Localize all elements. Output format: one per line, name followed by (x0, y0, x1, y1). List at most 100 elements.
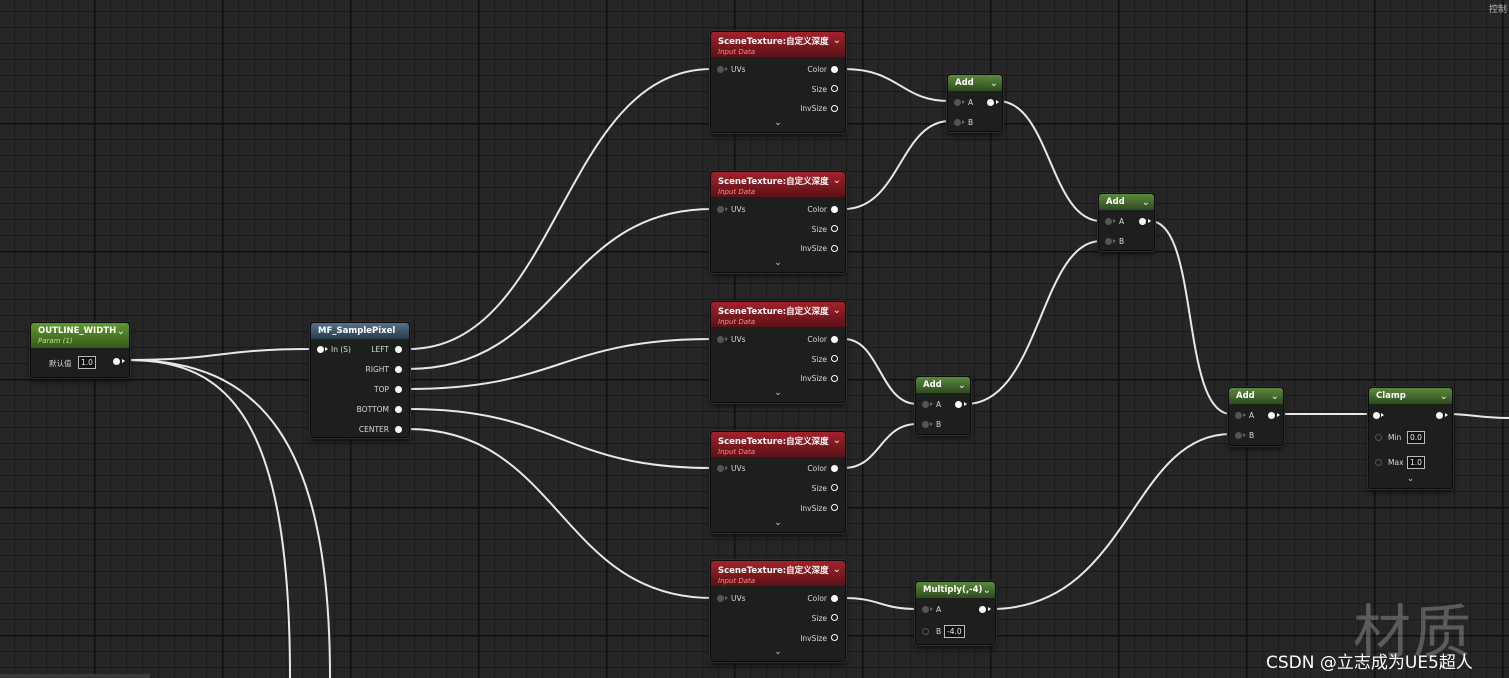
color-output-pin[interactable] (831, 465, 838, 472)
color-output-pin[interactable] (831, 206, 838, 213)
output-pin[interactable] (979, 606, 986, 613)
b-input-pin[interactable] (1235, 432, 1242, 439)
add-node-3[interactable]: Add ⌄ A B (915, 376, 971, 435)
a-input-pin[interactable] (922, 606, 929, 613)
center-output-pin[interactable] (395, 426, 402, 433)
node-header[interactable]: Add ⌄ (1099, 194, 1154, 210)
scenetexture-node-1[interactable]: SceneTexture:自定义深度 Input Data ⌄ UVs Colo… (710, 31, 846, 133)
output-pin[interactable] (987, 99, 994, 106)
node-header[interactable]: Add ⌄ (916, 377, 970, 393)
node-header[interactable]: SceneTexture:自定义深度 Input Data ⌄ (711, 172, 845, 197)
uvs-input-pin[interactable] (717, 465, 724, 472)
color-output-pin[interactable] (831, 336, 838, 343)
scenetexture-node-3[interactable]: SceneTexture:自定义深度 Input Data ⌄ UVs Colo… (710, 301, 846, 403)
invsize-output-pin[interactable] (831, 105, 838, 112)
node-subtitle: Param (1) (38, 337, 73, 345)
pin-label-bottom: BOTTOM (356, 405, 389, 414)
input-pin[interactable] (1373, 412, 1380, 419)
output-pin[interactable] (1268, 412, 1275, 419)
side-panel-label[interactable]: 控制 (1489, 2, 1507, 15)
size-output-pin[interactable] (831, 85, 838, 92)
node-header[interactable]: Add ⌄ (1229, 388, 1283, 404)
output-pin[interactable] (955, 401, 962, 408)
size-output-pin[interactable] (831, 225, 838, 232)
chevron-down-icon[interactable]: ⌄ (983, 585, 991, 596)
in-pin[interactable] (317, 346, 324, 353)
output-pin[interactable] (1139, 218, 1146, 225)
node-header[interactable]: OUTLINE_WIDTH Param (1) ⌄ (31, 323, 129, 348)
uvs-input-pin[interactable] (717, 66, 724, 73)
add-node-1[interactable]: Add ⌄ A B (947, 74, 1003, 132)
b-input-pin[interactable] (954, 119, 961, 126)
invsize-output-pin[interactable] (831, 375, 838, 382)
b-value-input[interactable]: -4.0 (944, 625, 965, 638)
color-output-pin[interactable] (831, 595, 838, 602)
chevron-down-icon[interactable]: ⌄ (1271, 391, 1279, 402)
node-header[interactable]: SceneTexture:自定义深度 Input Data ⌄ (711, 432, 845, 457)
invsize-output-pin[interactable] (831, 245, 838, 252)
chevron-down-icon[interactable]: ⌄ (833, 305, 841, 316)
chevron-down-icon[interactable]: ⌄ (117, 326, 125, 337)
b-input-pin[interactable] (922, 421, 929, 428)
scenetexture-node-2[interactable]: SceneTexture:自定义深度 Input Data ⌄ UVs Colo… (710, 171, 846, 273)
chevron-down-icon[interactable]: ⌄ (1142, 197, 1150, 208)
min-value-input[interactable]: 0.0 (1407, 431, 1425, 444)
min-input-pin[interactable] (1375, 434, 1382, 441)
expand-chevron-icon[interactable]: ⌄ (711, 647, 845, 657)
chevron-down-icon[interactable]: ⌄ (833, 564, 841, 575)
chevron-down-icon[interactable]: ⌄ (833, 175, 841, 186)
expand-chevron-icon[interactable]: ⌄ (711, 388, 845, 398)
node-header[interactable]: Multiply(,-4) ⌄ (916, 582, 995, 598)
left-output-pin[interactable] (395, 346, 402, 353)
node-title: Add (923, 380, 942, 390)
node-header[interactable]: SceneTexture:自定义深度 Input Data ⌄ (711, 32, 845, 57)
uvs-input-pin[interactable] (717, 595, 724, 602)
size-output-pin[interactable] (831, 614, 838, 621)
expand-chevron-icon[interactable]: ⌄ (1369, 474, 1452, 484)
right-output-pin[interactable] (395, 366, 402, 373)
default-value-input[interactable]: 1.0 (78, 356, 96, 369)
node-header[interactable]: MF_SamplePixel (311, 323, 409, 339)
a-input-pin[interactable] (1235, 412, 1242, 419)
chevron-down-icon[interactable]: ⌄ (1440, 391, 1448, 402)
expand-chevron-icon[interactable]: ⌄ (711, 258, 845, 268)
clamp-node[interactable]: Clamp ⌄ Min 0.0 Max 1.0 ⌄ (1368, 387, 1453, 489)
top-output-pin[interactable] (395, 386, 402, 393)
node-header[interactable]: SceneTexture:自定义深度 Input Data ⌄ (711, 302, 845, 327)
a-input-pin[interactable] (954, 99, 961, 106)
a-input-pin[interactable] (922, 401, 929, 408)
bottom-scrollbar[interactable] (0, 674, 150, 678)
invsize-output-pin[interactable] (831, 504, 838, 511)
output-pin[interactable] (113, 358, 120, 365)
b-input-pin[interactable] (922, 628, 929, 635)
add-node-4[interactable]: Add ⌄ A B (1228, 387, 1284, 446)
uvs-input-pin[interactable] (717, 206, 724, 213)
pin-label-color: Color (807, 464, 827, 473)
add-node-2[interactable]: Add ⌄ A B (1098, 193, 1155, 251)
bottom-output-pin[interactable] (395, 406, 402, 413)
expand-chevron-icon[interactable]: ⌄ (711, 518, 845, 528)
size-output-pin[interactable] (831, 484, 838, 491)
max-value-input[interactable]: 1.0 (1407, 456, 1425, 469)
chevron-down-icon[interactable]: ⌄ (833, 435, 841, 446)
max-input-pin[interactable] (1375, 459, 1382, 466)
color-output-pin[interactable] (831, 66, 838, 73)
size-output-pin[interactable] (831, 355, 838, 362)
a-input-pin[interactable] (1105, 218, 1112, 225)
node-header[interactable]: Clamp ⌄ (1369, 388, 1452, 404)
multiply-node[interactable]: Multiply(,-4) ⌄ A B -4.0 (915, 581, 996, 645)
chevron-down-icon[interactable]: ⌄ (833, 35, 841, 46)
chevron-down-icon[interactable]: ⌄ (958, 380, 966, 391)
node-header[interactable]: Add ⌄ (948, 75, 1002, 91)
output-pin[interactable] (1436, 412, 1443, 419)
expand-chevron-icon[interactable]: ⌄ (711, 118, 845, 128)
scenetexture-node-4[interactable]: SceneTexture:自定义深度 Input Data ⌄ UVs Colo… (710, 431, 846, 533)
node-header[interactable]: SceneTexture:自定义深度 Input Data ⌄ (711, 561, 845, 586)
b-input-pin[interactable] (1105, 238, 1112, 245)
mf-samplepixel-node[interactable]: MF_SamplePixel In (S) LEFT RIGHT TOP BOT… (310, 322, 410, 438)
scenetexture-node-5[interactable]: SceneTexture:自定义深度 Input Data ⌄ UVs Colo… (710, 560, 846, 662)
chevron-down-icon[interactable]: ⌄ (990, 78, 998, 89)
outline-width-param-node[interactable]: OUTLINE_WIDTH Param (1) ⌄ 默认值 1.0 (30, 322, 130, 378)
invsize-output-pin[interactable] (831, 634, 838, 641)
uvs-input-pin[interactable] (717, 336, 724, 343)
